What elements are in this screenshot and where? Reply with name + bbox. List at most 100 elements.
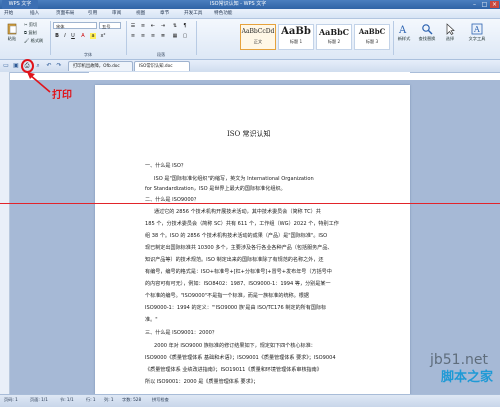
new-style-label: 新样式 [397,36,411,41]
status-col: 列: 1 [104,397,114,402]
superscript-icon[interactable]: x² [100,33,106,39]
indent-decrease-icon[interactable]: ⇤ [150,23,156,29]
style-sample: AaBbC [318,27,350,37]
menu-home[interactable]: 开始 [4,9,13,18]
text-tools-button[interactable]: A 文字工具 [464,22,490,52]
italic-button[interactable]: I [62,33,68,39]
menu-review[interactable]: 审阅 [112,9,121,18]
select-button[interactable]: 选择 [440,22,460,52]
align-right-icon[interactable]: ≡ [150,33,156,39]
doc-line: 知识产品等）的技术规范。ISO 制定出来的国际标准除了有规范的名称之外，还 [145,257,324,263]
style-heading-1[interactable]: AaBb 标题 1 [278,24,314,50]
find-replace-label: 查找替换 [418,36,436,41]
new-style-icon: A [398,25,407,35]
bold-button[interactable]: B [54,33,60,39]
menu-page-layout[interactable]: 页面布局 [56,9,74,18]
document-page[interactable]: ISO 常识认知 一、什么是 ISO？ ISO 是"国际标准化组织"的缩写，英文… [95,85,410,395]
status-section: 节: 1/1 [60,397,74,402]
save-icon[interactable]: ▣ [12,62,20,70]
style-name: 正文 [253,39,263,44]
ribbon-divider [196,21,197,55]
new-doc-icon[interactable]: ▭ [2,62,10,70]
style-sample: AaBbC [358,27,386,36]
text-tools-icon: A [471,23,483,35]
shading-icon[interactable]: ▦ [172,33,178,39]
border-icon[interactable]: ▢ [182,33,188,39]
doc-line: 所以 ISO9001：2000 是《质量管理体系 要求》； [145,379,259,385]
menu-view[interactable]: 视图 [136,9,145,18]
status-row: 行: 1 [86,397,96,402]
doc-line: 185 个，分技术委员会（简称 SC）共有 611 个，工作组（WG）2022 … [145,221,339,227]
doc-line: ISO9000-1：1994 的定义："'ISO9000 族'是由 ISO/TC… [145,305,327,311]
ribbon-divider [50,21,51,55]
minimize-icon[interactable]: – [470,1,479,8]
numbering-icon[interactable]: ≡ [140,23,146,29]
redo-icon[interactable]: ↷ [55,62,63,70]
cut-label: 剪切 [28,22,38,27]
status-pages: 页面: 1/1 [30,397,48,402]
style-name: 标题 3 [365,39,379,44]
style-normal[interactable]: AaBbCcDd 正文 [240,24,276,50]
highlight-icon[interactable]: a [90,33,96,39]
paste-button[interactable]: 粘贴 [2,22,22,52]
indent-increase-icon[interactable]: ⇥ [160,23,166,29]
style-name: 标题 2 [327,39,341,44]
paste-label: 粘贴 [7,36,17,41]
doc-line: 《质量管理体系 业绩改进指南》；ISO19011《质量和环境管理体系审核指南》 [145,367,322,373]
font-color-icon[interactable]: A [80,33,86,39]
ribbon-divider [126,21,127,55]
status-word-count: 字数: 528 [122,397,142,402]
sort-icon[interactable]: ⇅ [172,23,178,29]
style-heading-2[interactable]: AaBbC 标题 2 [316,24,352,50]
annotation-arrow [27,72,51,93]
menu-insert[interactable]: 插入 [30,9,39,18]
tab-document-2[interactable]: ISO常识认知.doc [134,61,190,71]
show-marks-icon[interactable]: ¶ [182,23,188,29]
tab-label: 打印机出故障，Ofb.doc [73,64,120,69]
vertical-ruler[interactable] [0,72,10,394]
align-center-icon[interactable]: ≡ [140,33,146,39]
justify-icon[interactable]: ≣ [160,33,166,39]
font-size-select[interactable]: 五号 [99,22,121,29]
status-bar [0,394,500,407]
menu-developer[interactable]: 开发工具 [184,9,202,18]
svg-text:A: A [398,25,407,35]
find-replace-button[interactable]: 查找替换 [417,22,437,52]
doc-line: ISO9000《质量管理体系 基础和术语》；ISO9001《质量管理体系 要求》… [145,355,336,361]
font-name-select[interactable]: 宋体 [53,22,97,29]
underline-button[interactable]: U [70,33,76,39]
menu-bar [0,9,500,19]
wps-app-menu-button[interactable]: WPS 文字 [2,0,38,9]
doc-line: 个标准的编号。"ISO9000"不是指一个标准，而是一族标准的统称。根据 [145,293,309,299]
new-style-button[interactable]: A 新样式 [394,22,414,52]
doc-line: 有编号，编号的格式是：ISO+标准号+[杠+分标准号]+冒号+发布年号（方括号中 [145,269,332,275]
doc-line: 通过它的 2856 个技术机构开展技术活动，其中技术委员会（简称 TC）共 [154,209,321,215]
copy-button[interactable]: ⧉ 复制 [24,30,37,36]
style-sample: AaBb [281,26,311,37]
svg-text:A: A [473,25,480,34]
undo-icon[interactable]: ↶ [45,62,53,70]
align-left-icon[interactable]: ≡ [130,33,136,39]
doc-line: 2000 年对 ISO9000 族标准的修订结果如下，规定如下四个核心标准： [154,343,316,349]
tab-document-1[interactable]: 打印机出故障，Ofb.doc [68,61,133,71]
copy-label: 复制 [28,30,37,35]
select-label: 选择 [445,36,455,41]
close-icon[interactable]: × [490,1,499,8]
print-preview-icon[interactable]: ⌕ [34,62,42,70]
cut-button[interactable]: ✂ 剪切 [24,22,37,28]
annotation-label: 打印 [52,90,72,101]
style-heading-3[interactable]: AaBbC 标题 3 [354,24,390,50]
window-title: ISO常识认知 - WPS 文字 [210,1,267,7]
spell-check-toggle[interactable]: 拼写检查 [152,396,169,404]
tab-label: ISO常识认知.doc [139,64,173,69]
bullets-icon[interactable]: ☰ [130,23,136,29]
doc-line: ISO 是"国际标准化组织"的缩写，英文为 International Orga… [154,176,314,182]
style-sample: AaBbCcDd [241,28,275,35]
menu-special-features[interactable]: 特色功能 [214,9,232,18]
menu-references[interactable]: 引用 [88,9,97,18]
maximize-icon[interactable]: □ [480,1,489,8]
format-painter-label: 格式刷 [30,38,44,43]
menu-section[interactable]: 章节 [160,9,169,18]
format-painter-button[interactable]: 🖌 格式刷 [24,38,43,44]
font-group-label: 字体 [84,52,92,57]
